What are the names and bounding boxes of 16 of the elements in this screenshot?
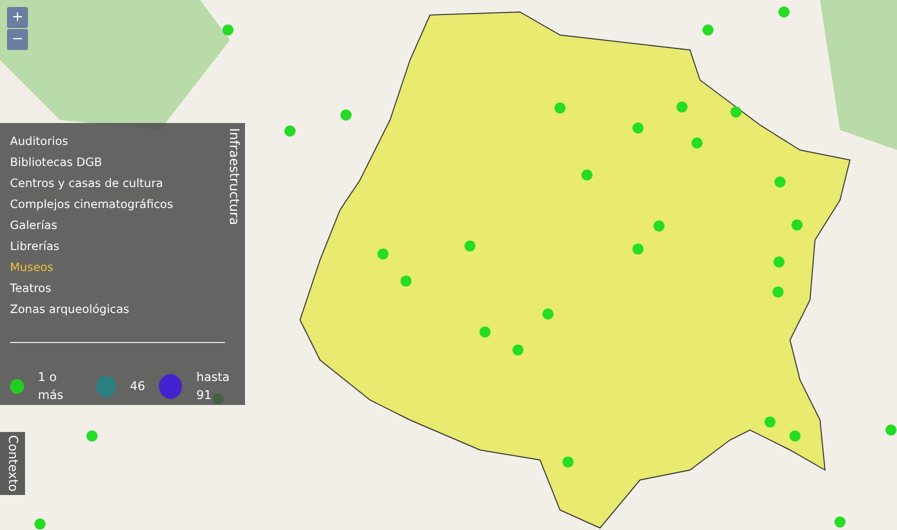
layer-item[interactable]: Auditorios — [10, 133, 174, 150]
legend-label: 46 — [130, 378, 146, 395]
layer-item[interactable]: Centros y casas de cultura — [10, 175, 174, 192]
zoom-out-button[interactable]: − — [7, 29, 28, 50]
layer-item[interactable]: Librerías — [10, 238, 174, 255]
layer-item[interactable]: Complejos cinematográficos — [10, 196, 174, 213]
layer-item[interactable]: Museos — [10, 259, 174, 276]
legend-label: 1 o más — [38, 369, 64, 404]
layer-item[interactable]: Galerías — [10, 217, 174, 234]
legend-label: hasta 91 — [196, 369, 231, 404]
context-tab[interactable]: Contexto — [0, 432, 25, 495]
layer-item[interactable]: Bibliotecas DGB — [10, 154, 174, 171]
zoom-in-button[interactable]: + — [7, 7, 28, 28]
layer-item[interactable]: Zonas arqueológicas — [10, 301, 174, 318]
layer-item[interactable]: Teatros — [10, 280, 174, 297]
panel-tab[interactable]: Infraestructura — [224, 128, 243, 226]
